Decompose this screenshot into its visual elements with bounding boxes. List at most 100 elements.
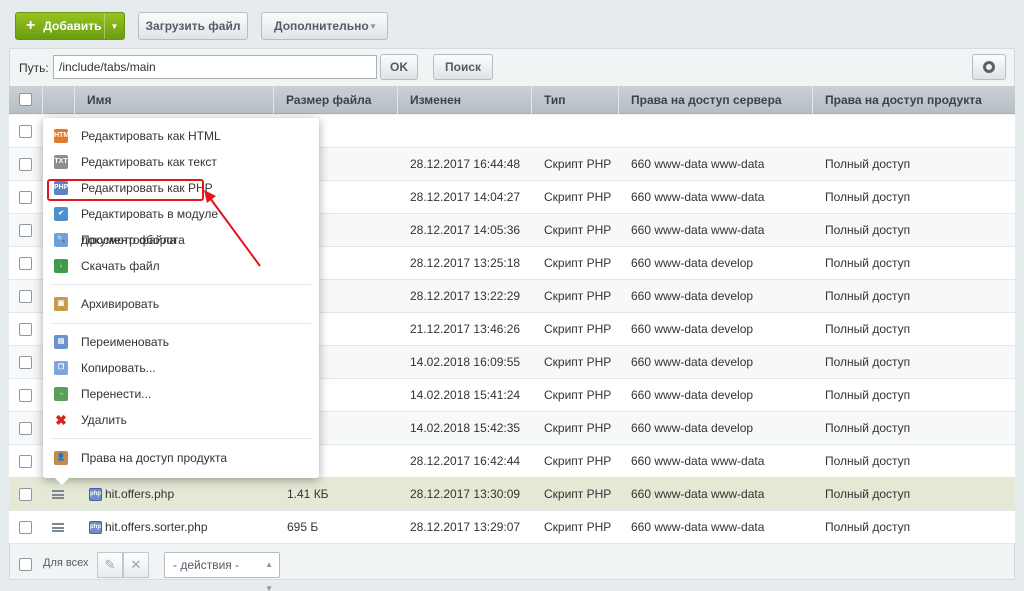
settings-button[interactable] (972, 54, 1006, 80)
cell-date: 28.12.2017 13:25:18 (410, 256, 521, 270)
menu-item-label: Удалить (81, 413, 127, 427)
add-button[interactable]: + Добавить ▼ (15, 12, 125, 40)
column-name[interactable]: Имя (74, 86, 273, 114)
table-row[interactable]: php hit.offers.sorter.php 695 Б 28.12.2017 … (9, 511, 1015, 544)
chevron-down-icon: ▼ (369, 21, 377, 31)
edit-button[interactable]: ✎ (97, 552, 123, 578)
chevron-down-icon[interactable]: ▼ (104, 13, 124, 39)
select-all-checkbox[interactable] (19, 93, 32, 106)
cell-server: 660 www-data www-data (631, 454, 765, 468)
cell-date: 21.12.2017 13:46:26 (410, 322, 521, 336)
row-checkbox[interactable] (19, 224, 32, 237)
cell-date: 14.02.2018 16:09:55 (410, 355, 521, 369)
cell-server: 660 www-data www-data (631, 520, 765, 534)
search-button[interactable]: Поиск (433, 54, 493, 80)
row-checkbox[interactable] (19, 323, 32, 336)
cell-date: 28.12.2017 13:29:07 (410, 520, 521, 534)
row-checkbox[interactable] (19, 488, 32, 501)
column-size[interactable]: Размер файла (273, 86, 397, 114)
menu-item-label: Права на доступ продукта (81, 451, 227, 465)
view-file-icon: 🔍 (54, 233, 68, 247)
cell-size: 695 Б (287, 520, 319, 534)
cell-product: Полный доступ (825, 454, 911, 468)
cell-type: Скрипт PHP (544, 454, 612, 468)
row-checkbox[interactable] (19, 191, 32, 204)
menu-item-rename[interactable]: ▤ Переименовать (43, 329, 319, 355)
column-type[interactable]: Тип (531, 86, 618, 114)
cell-date: 14.02.2018 15:42:35 (410, 421, 521, 435)
cell-date: 14.02.2018 15:41:24 (410, 388, 521, 402)
cell-size: 1.41 КБ (287, 487, 329, 501)
edit-html-icon: HTML (54, 129, 73, 143)
actions-select-value: - действия - (173, 558, 240, 572)
php-file-icon: php (89, 488, 102, 501)
cell-server: 660 www-data www-data (631, 157, 765, 171)
table-row[interactable]: php hit.offers.php 1.41 КБ 28.12.2017 13:30… (9, 478, 1015, 511)
row-checkbox[interactable] (19, 290, 32, 303)
menu-item-view-file[interactable]: 🔍 Просмотр файла (43, 227, 319, 253)
row-checkbox[interactable] (19, 125, 32, 138)
cell-server: 660 www-data develop (631, 421, 754, 435)
menu-item-copy[interactable]: ❐ Копировать... (43, 355, 319, 381)
row-menu-icon[interactable] (52, 523, 64, 532)
path-input[interactable] (53, 55, 377, 79)
updown-icon: ▲ ▼ (265, 560, 273, 591)
actions-select[interactable]: - действия - ▲ ▼ (164, 552, 280, 591)
menu-item-edit-html[interactable]: HTML Редактировать как HTML (43, 123, 319, 149)
row-checkbox[interactable] (19, 455, 32, 468)
cell-server: 660 www-data www-data (631, 487, 765, 501)
row-checkbox[interactable] (19, 356, 32, 369)
more-button[interactable]: Дополнительно ▼ (261, 12, 388, 40)
row-checkbox[interactable] (19, 257, 32, 270)
cell-product: Полный доступ (825, 289, 911, 303)
menu-item-download[interactable]: ↓ Скачать файл (43, 253, 319, 279)
access-rights-icon: 👤 (54, 451, 68, 465)
row-checkbox[interactable] (19, 389, 32, 402)
cell-product: Полный доступ (825, 388, 911, 402)
cell-server: 660 www-data www-data (631, 190, 765, 204)
column-server-rights[interactable]: Права на доступ сервера (618, 86, 812, 114)
workflow-icon: ✔ (54, 207, 68, 221)
cell-type: Скрипт PHP (544, 322, 612, 336)
row-checkbox[interactable] (19, 422, 32, 435)
menu-item-archive[interactable]: ▣ Архивировать (43, 291, 319, 317)
row-menu-icon[interactable] (52, 490, 64, 499)
archive-icon: ▣ (54, 297, 68, 311)
upload-file-button[interactable]: Загрузить файл (138, 12, 248, 40)
delete-selected-button[interactable]: ✕ (123, 552, 149, 578)
cell-date: 28.12.2017 16:42:44 (410, 454, 521, 468)
menu-item-edit-text[interactable]: TXT Редактировать как текст (43, 149, 319, 175)
cell-date: 28.12.2017 13:30:09 (410, 487, 521, 501)
context-menu: HTML Редактировать как HTML TXT Редактир… (43, 118, 319, 485)
column-actions (42, 86, 74, 114)
move-icon: → (54, 387, 68, 401)
file-name-link[interactable]: hit.offers.php (105, 478, 174, 511)
menu-item-edit-workflow[interactable]: ✔ Редактировать в модуле документооборот… (43, 201, 319, 247)
cell-product: Полный доступ (825, 157, 911, 171)
cell-type: Скрипт PHP (544, 355, 612, 369)
menu-separator (51, 284, 311, 285)
row-checkbox[interactable] (19, 521, 32, 534)
plus-icon: + (26, 17, 36, 34)
path-label: Путь: (19, 61, 49, 75)
add-button-label: Добавить (43, 19, 102, 33)
cell-product: Полный доступ (825, 322, 911, 336)
cell-type: Скрипт PHP (544, 520, 612, 534)
cell-type: Скрипт PHP (544, 190, 612, 204)
close-icon: ✕ (130, 557, 142, 572)
footer-select-all-checkbox[interactable] (19, 558, 32, 571)
menu-item-move[interactable]: → Перенести... (43, 381, 319, 407)
ok-button[interactable]: OK (380, 54, 418, 80)
cell-server: 660 www-data develop (631, 289, 754, 303)
select-all-label: Для всех (43, 557, 89, 569)
menu-item-access-rights[interactable]: 👤 Права на доступ продукта (43, 445, 319, 471)
cell-date: 28.12.2017 14:05:36 (410, 223, 521, 237)
cell-product: Полный доступ (825, 190, 911, 204)
column-modified[interactable]: Изменен (397, 86, 531, 114)
cell-type: Скрипт PHP (544, 223, 612, 237)
file-name-link[interactable]: hit.offers.sorter.php (105, 511, 208, 544)
row-checkbox[interactable] (19, 158, 32, 171)
cell-date: 28.12.2017 16:44:48 (410, 157, 521, 171)
column-product-rights[interactable]: Права на доступ продукта (812, 86, 1015, 114)
menu-item-delete[interactable]: ✖ Удалить (43, 407, 319, 433)
